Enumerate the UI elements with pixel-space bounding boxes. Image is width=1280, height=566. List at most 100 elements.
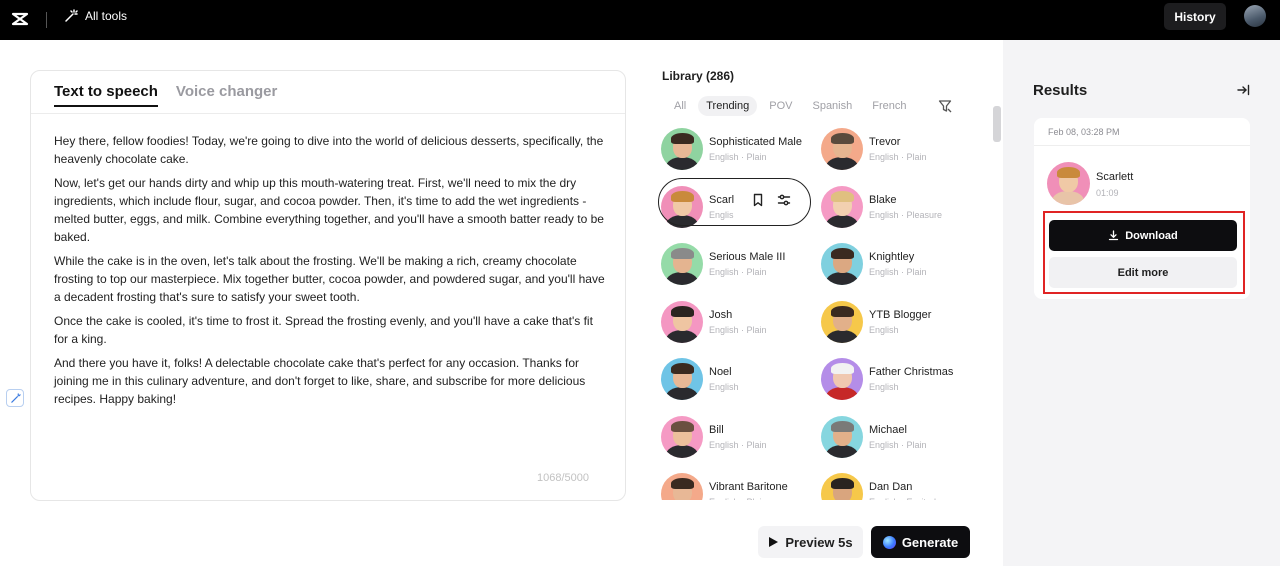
voice-item[interactable]: Vibrant Baritone English · Plain xyxy=(661,470,821,500)
voice-avatar xyxy=(661,473,703,500)
selected-voice-outline xyxy=(658,178,811,226)
collapse-panel-icon[interactable] xyxy=(1236,83,1250,97)
all-tools-label: All tools xyxy=(85,9,128,23)
history-button[interactable]: History xyxy=(1164,3,1226,30)
voice-name: Father Christmas xyxy=(869,366,954,378)
magic-wand-icon xyxy=(10,392,21,403)
tab-text-to-speech[interactable]: Text to speech xyxy=(54,83,158,107)
voice-meta: English · Plain xyxy=(709,324,767,335)
voice-name: Vibrant Baritone xyxy=(709,481,788,493)
tab-voice-changer[interactable]: Voice changer xyxy=(176,83,277,107)
filter-trending[interactable]: Trending xyxy=(698,96,758,116)
voice-avatar xyxy=(661,243,703,285)
voice-item[interactable]: Father Christmas English xyxy=(821,355,981,403)
script-paragraph: And there you have it, folks! A delectab… xyxy=(54,356,586,406)
library-scrollbar[interactable] xyxy=(993,106,1001,142)
result-voice-avatar xyxy=(1047,162,1090,205)
voice-name: Bill xyxy=(709,423,724,436)
voice-info: Josh English · Plain xyxy=(709,309,767,335)
play-icon xyxy=(769,537,779,547)
script-textarea[interactable]: Hey there, fellow foodies! Today, we're … xyxy=(54,132,609,414)
top-bar-divider xyxy=(46,12,47,28)
voice-item[interactable]: Michael English · Plain xyxy=(821,413,981,461)
voice-item[interactable]: Dan Dan English · Excited xyxy=(821,470,981,500)
preview-button[interactable]: Preview 5s xyxy=(758,526,863,558)
voice-item[interactable]: Josh English · Plain xyxy=(661,298,821,346)
voice-meta: English xyxy=(709,382,739,392)
library-title: Library (286) xyxy=(662,69,735,83)
voice-info: Father Christmas English xyxy=(869,366,953,392)
voice-meta: English · Plain xyxy=(709,439,767,450)
filter-funnel-icon[interactable] xyxy=(938,99,952,113)
bookmark-icon[interactable] xyxy=(751,193,765,207)
voice-meta: English xyxy=(869,382,899,392)
voice-info: Sophisticated Male English · Plain xyxy=(709,136,802,162)
voice-item[interactable]: Noel English xyxy=(661,355,821,403)
download-icon xyxy=(1109,230,1119,241)
filter-all[interactable]: All xyxy=(662,96,694,116)
voice-item[interactable]: Bill English · Plain xyxy=(661,413,821,461)
voice-avatar xyxy=(821,300,863,343)
voice-avatar xyxy=(661,358,703,400)
voice-avatar xyxy=(821,185,863,228)
voice-info: Bill English · Plain xyxy=(709,424,767,450)
voice-name: Josh xyxy=(709,308,733,321)
character-counter: 1068/5000 xyxy=(537,472,589,484)
ai-write-button[interactable] xyxy=(6,389,24,407)
filter-french[interactable]: French xyxy=(864,96,914,116)
download-button[interactable]: Download xyxy=(1049,220,1237,251)
voice-name: YTB Blogger xyxy=(869,308,932,321)
library-filters: All Trending POV Spanish French xyxy=(662,96,915,116)
magic-wand-icon xyxy=(65,9,78,22)
generate-orb-icon xyxy=(882,535,896,549)
voice-info: Trevor English · Plain xyxy=(869,136,927,162)
edit-more-button[interactable]: Edit more xyxy=(1049,257,1237,288)
selected-voice-actions xyxy=(751,193,791,207)
voice-meta: English · Plain xyxy=(869,439,927,450)
voice-info: Knightley English · Plain xyxy=(869,251,927,277)
voice-info: Vibrant Baritone English · Plain xyxy=(709,481,788,500)
voice-name: Trevor xyxy=(869,136,901,148)
voice-info: Michael English · Plain xyxy=(869,424,927,450)
capcut-logo-icon[interactable] xyxy=(10,9,30,29)
voice-avatar xyxy=(821,243,863,285)
voice-meta: English xyxy=(869,324,899,335)
voice-item[interactable]: Knightley English · Plain xyxy=(821,240,981,288)
generate-button[interactable]: Generate xyxy=(871,526,970,558)
tab-divider xyxy=(31,113,625,114)
voice-item[interactable]: Serious Male III English · Plain xyxy=(661,240,821,288)
script-paragraph: Once the cake is cooled, it's time to fr… xyxy=(54,314,593,346)
filter-pov[interactable]: POV xyxy=(761,96,800,116)
user-avatar[interactable] xyxy=(1244,5,1266,27)
script-paragraph: Now, let's get our hands dirty and whip … xyxy=(54,176,604,244)
voice-name: Blake xyxy=(869,193,897,206)
voice-info: YTB Blogger English xyxy=(869,309,931,335)
voice-avatar xyxy=(661,300,703,343)
top-bar: All tools History xyxy=(0,0,1280,40)
result-card: Feb 08, 03:28 PM Scarlett 01:09 Download… xyxy=(1034,118,1250,299)
result-timestamp: Feb 08, 03:28 PM xyxy=(1048,127,1120,137)
voice-name: Michael xyxy=(869,423,907,436)
filter-spanish[interactable]: Spanish xyxy=(804,96,860,116)
voice-list: Sophisticated Male English · Plain Trevor E… xyxy=(657,122,987,500)
voice-name: Noel xyxy=(709,366,732,378)
text-editor-panel: Text to speech Voice changer Hey there, … xyxy=(30,70,626,501)
voice-meta: English · Pleasure xyxy=(869,209,943,220)
all-tools-button[interactable]: All tools xyxy=(64,9,127,23)
voice-avatar xyxy=(661,415,703,458)
voice-avatar xyxy=(821,415,863,458)
voice-name: Serious Male III xyxy=(709,251,786,263)
voice-avatar xyxy=(661,128,703,170)
voice-name: Dan Dan xyxy=(869,481,913,493)
voice-avatar xyxy=(821,473,863,500)
voice-meta: English · Excited xyxy=(869,497,936,500)
voice-item[interactable]: YTB Blogger English xyxy=(821,298,981,346)
adjust-settings-icon[interactable] xyxy=(777,193,791,207)
script-paragraph: While the cake is in the oven, let's tal… xyxy=(54,254,605,304)
voice-meta: English · Plain xyxy=(869,267,927,277)
voice-avatar xyxy=(821,128,863,170)
voice-meta: English · Plain xyxy=(709,152,767,162)
voice-item[interactable]: Trevor English · Plain xyxy=(821,125,981,173)
voice-item[interactable]: Blake English · Pleasure xyxy=(821,183,981,231)
voice-item[interactable]: Sophisticated Male English · Plain xyxy=(661,125,821,173)
